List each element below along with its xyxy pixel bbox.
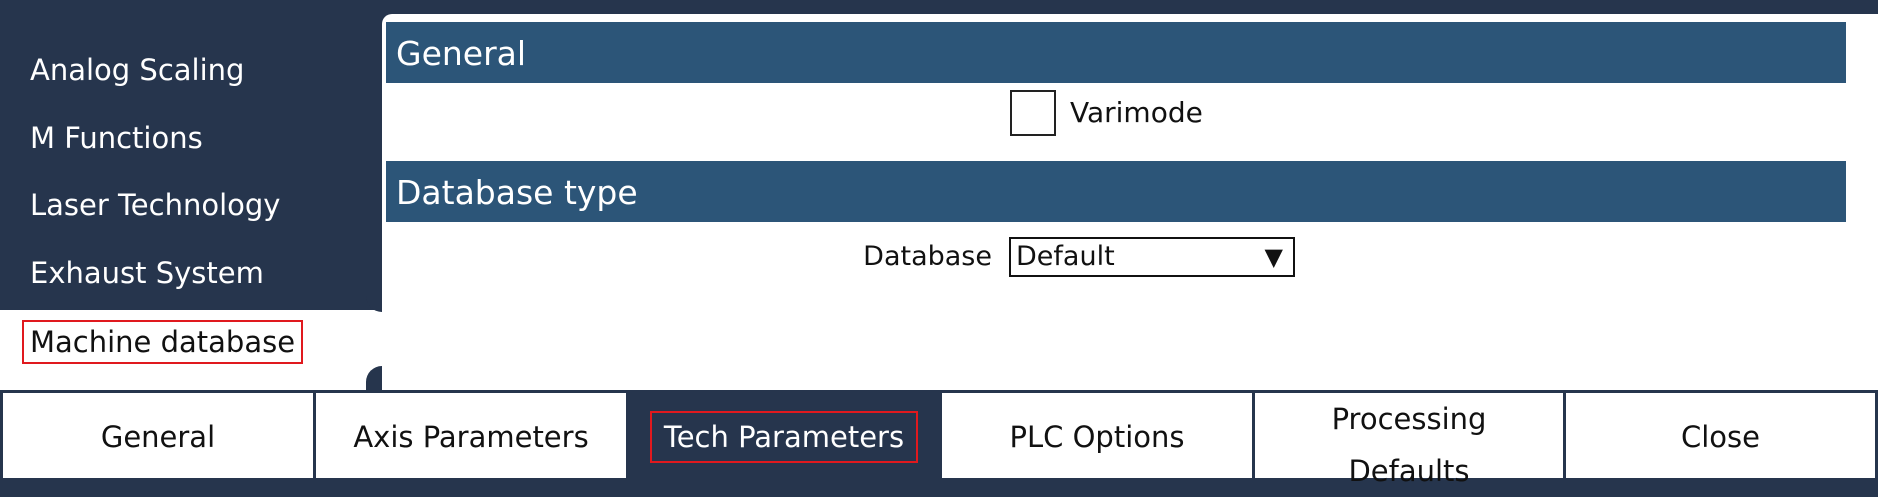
tab-general[interactable]: General <box>3 393 313 478</box>
sidebar: Analog Scaling M Functions Laser Technol… <box>0 0 382 390</box>
main-panel: General Varimode Database type Database … <box>382 14 1878 390</box>
sidebar-item-m-functions[interactable]: M Functions <box>22 116 211 160</box>
close-button[interactable]: Close <box>1566 393 1875 478</box>
tab-plc-options[interactable]: PLC Options <box>942 393 1252 478</box>
tab-axis-parameters-label: Axis Parameters <box>353 420 589 454</box>
tab-tech-parameters-label: Tech Parameters <box>649 411 919 463</box>
sidebar-item-laser-technology[interactable]: Laser Technology <box>22 183 288 227</box>
bottom-tab-bar: General Axis Parameters Tech Parameters … <box>0 390 1878 488</box>
sidebar-item-exhaust-system[interactable]: Exhaust System <box>22 251 272 295</box>
dropdown-arrow-icon: ▼ <box>1264 243 1283 271</box>
machine-config-window: Analog Scaling M Functions Laser Technol… <box>0 0 1878 488</box>
tab-processing-defaults-label: Processing Defaults <box>1331 402 1487 488</box>
section-header-database-type: Database type <box>386 161 1846 222</box>
sidebar-item-machine-database[interactable]: Machine database <box>22 320 304 364</box>
close-button-label: Close <box>1681 420 1760 454</box>
tab-tech-parameters[interactable]: Tech Parameters <box>629 393 939 478</box>
database-select-value: Default <box>1016 241 1115 272</box>
varimode-checkbox[interactable] <box>1010 90 1056 136</box>
database-select[interactable]: Default ▼ <box>1009 237 1295 277</box>
tab-general-label: General <box>100 420 216 454</box>
tab-processing-defaults[interactable]: Processing Defaults <box>1255 393 1563 488</box>
tab-axis-parameters[interactable]: Axis Parameters <box>316 393 626 478</box>
varimode-label: Varimode <box>1070 96 1203 129</box>
database-label: Database <box>863 241 992 272</box>
sidebar-item-analog-scaling[interactable]: Analog Scaling <box>22 48 252 92</box>
section-header-general: General <box>386 22 1846 83</box>
tab-plc-options-label: PLC Options <box>1009 420 1185 454</box>
